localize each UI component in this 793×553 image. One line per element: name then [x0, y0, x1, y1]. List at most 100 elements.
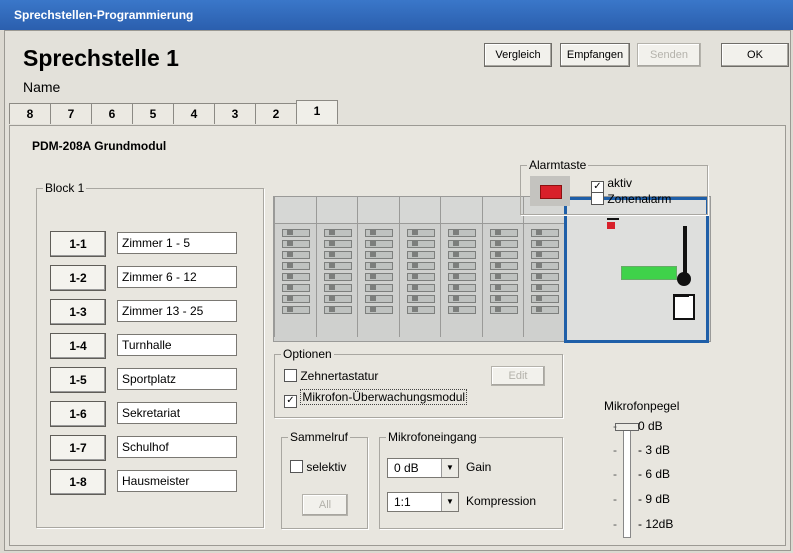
- compression-value: 1:1: [394, 495, 411, 509]
- ptt-key-icon: [673, 294, 695, 320]
- mic-level-title: Mikrofonpegel: [604, 399, 680, 413]
- mic-level-slider-thumb[interactable]: [615, 423, 639, 431]
- tab-5[interactable]: 5: [132, 103, 174, 124]
- module-key: [323, 284, 352, 292]
- extension-module: [398, 197, 441, 337]
- module-key: [489, 284, 518, 292]
- tab-2[interactable]: 2: [255, 103, 297, 124]
- key-button-1-8[interactable]: 1-8: [50, 469, 106, 495]
- selective-checkbox[interactable]: [290, 460, 303, 473]
- tick-mark: -: [613, 443, 617, 457]
- key-button-1-3[interactable]: 1-3: [50, 299, 106, 325]
- module-key: [406, 284, 435, 292]
- mic-level-slider-track[interactable]: [623, 426, 631, 538]
- tab-8[interactable]: 8: [9, 103, 51, 124]
- tab-1[interactable]: 1: [296, 100, 338, 124]
- group-call-legend: Sammelruf: [288, 430, 351, 444]
- module-key: [531, 284, 559, 292]
- key-label-field-1-7[interactable]: Schulhof: [117, 436, 237, 458]
- module-key: [448, 306, 476, 314]
- keypad-label: Zehnertastatur: [300, 369, 379, 383]
- alarm-active-label: aktiv: [607, 176, 633, 190]
- module-key: [365, 229, 393, 237]
- page-title: Sprechstelle 1: [23, 45, 179, 71]
- keypad-option: Zehnertastatur: [284, 369, 378, 383]
- module-key: [489, 295, 518, 303]
- module-key: [282, 240, 310, 248]
- all-button[interactable]: All: [302, 494, 348, 516]
- module-key: [448, 295, 476, 303]
- module-key: [406, 251, 435, 259]
- edit-button[interactable]: Edit: [491, 366, 545, 386]
- indicator-bar: [607, 218, 619, 220]
- compression-select[interactable]: 1:1 ▼: [387, 492, 459, 512]
- module-title: PDM-208A Grundmodul: [32, 139, 167, 153]
- options-legend: Optionen: [281, 347, 334, 361]
- ptt-key-top: [675, 294, 689, 297]
- key-label-field-1-5[interactable]: Sportplatz: [117, 368, 237, 390]
- tick-mark: -: [613, 517, 617, 531]
- module-key: [282, 229, 310, 237]
- key-label-field-1-4[interactable]: Turnhalle: [117, 334, 237, 356]
- tab-3[interactable]: 3: [214, 103, 256, 124]
- module-key: [406, 273, 435, 281]
- keypad-checkbox[interactable]: [284, 369, 297, 382]
- compression-label: Kompression: [466, 494, 537, 508]
- module-key: [282, 273, 310, 281]
- key-button-1-6[interactable]: 1-6: [50, 401, 106, 427]
- key-button-1-1[interactable]: 1-1: [50, 231, 106, 257]
- ok-button[interactable]: OK: [721, 43, 789, 67]
- alarm-legend: Alarmtaste: [527, 158, 589, 172]
- tick-mark: -: [613, 419, 617, 433]
- key-label-field-1-2[interactable]: Zimmer 6 - 12: [117, 266, 237, 288]
- red-led-icon: [607, 222, 615, 229]
- key-label-field-1-3[interactable]: Zimmer 13 - 25: [117, 300, 237, 322]
- window-title-bar: Sprechstellen-Programmierung: [0, 0, 793, 30]
- mic-input-legend: Mikrofoneingang: [386, 430, 479, 444]
- compare-button[interactable]: Vergleich: [484, 43, 552, 67]
- module-key: [406, 240, 435, 248]
- mic-input-group: Mikrofoneingang 0 dB ▼ Gain 1:1 ▼ Kompre…: [379, 430, 563, 529]
- module-key: [531, 229, 559, 237]
- key-button-1-2[interactable]: 1-2: [50, 265, 106, 291]
- key-button-1-4[interactable]: 1-4: [50, 333, 106, 359]
- alarm-red-button[interactable]: [540, 185, 562, 199]
- mic-level-tick: - 9 dB: [638, 492, 671, 506]
- module-key: [531, 295, 559, 303]
- module-key: [323, 251, 352, 259]
- module-key: [406, 262, 435, 270]
- module-key: [282, 251, 310, 259]
- mic-monitor-checkbox[interactable]: ✓: [284, 395, 297, 408]
- group-call-group: Sammelruf selektiv All: [281, 430, 368, 529]
- send-button[interactable]: Senden: [637, 43, 701, 67]
- module-key: [448, 273, 476, 281]
- key-button-1-5[interactable]: 1-5: [50, 367, 106, 393]
- module-key: [531, 273, 559, 281]
- gooseneck-mic-icon: [683, 226, 687, 278]
- tab-4[interactable]: 4: [173, 103, 215, 124]
- extension-module: [481, 197, 524, 337]
- module-key: [365, 295, 393, 303]
- key-button-1-7[interactable]: 1-7: [50, 435, 106, 461]
- tab-7[interactable]: 7: [50, 103, 92, 124]
- key-label-field-1-1[interactable]: Zimmer 1 - 5: [117, 232, 237, 254]
- tab-panel: PDM-208A Grundmodul Block 1 1-1 Zimmer 1…: [9, 125, 786, 546]
- module-key: [282, 262, 310, 270]
- gain-select[interactable]: 0 dB ▼: [387, 458, 459, 478]
- dialog-body: Sprechstelle 1 Name Vergleich Empfangen …: [4, 30, 791, 551]
- extension-module: [274, 197, 316, 337]
- mic-monitor-label: Mikrofon-Überwachungsmodul: [300, 389, 468, 405]
- extension-module: [440, 197, 482, 337]
- chevron-down-icon[interactable]: ▼: [441, 493, 458, 511]
- module-key: [323, 262, 352, 270]
- tab-6[interactable]: 6: [91, 103, 133, 124]
- chevron-down-icon[interactable]: ▼: [441, 459, 458, 477]
- key-label-field-1-8[interactable]: Hausmeister: [117, 470, 237, 492]
- module-key: [489, 229, 518, 237]
- receive-button[interactable]: Empfangen: [560, 43, 630, 67]
- module-key: [323, 240, 352, 248]
- module-key: [448, 284, 476, 292]
- key-label-field-1-6[interactable]: Sekretariat: [117, 402, 237, 424]
- module-key: [406, 295, 435, 303]
- zone-alarm-checkbox[interactable]: [591, 192, 604, 205]
